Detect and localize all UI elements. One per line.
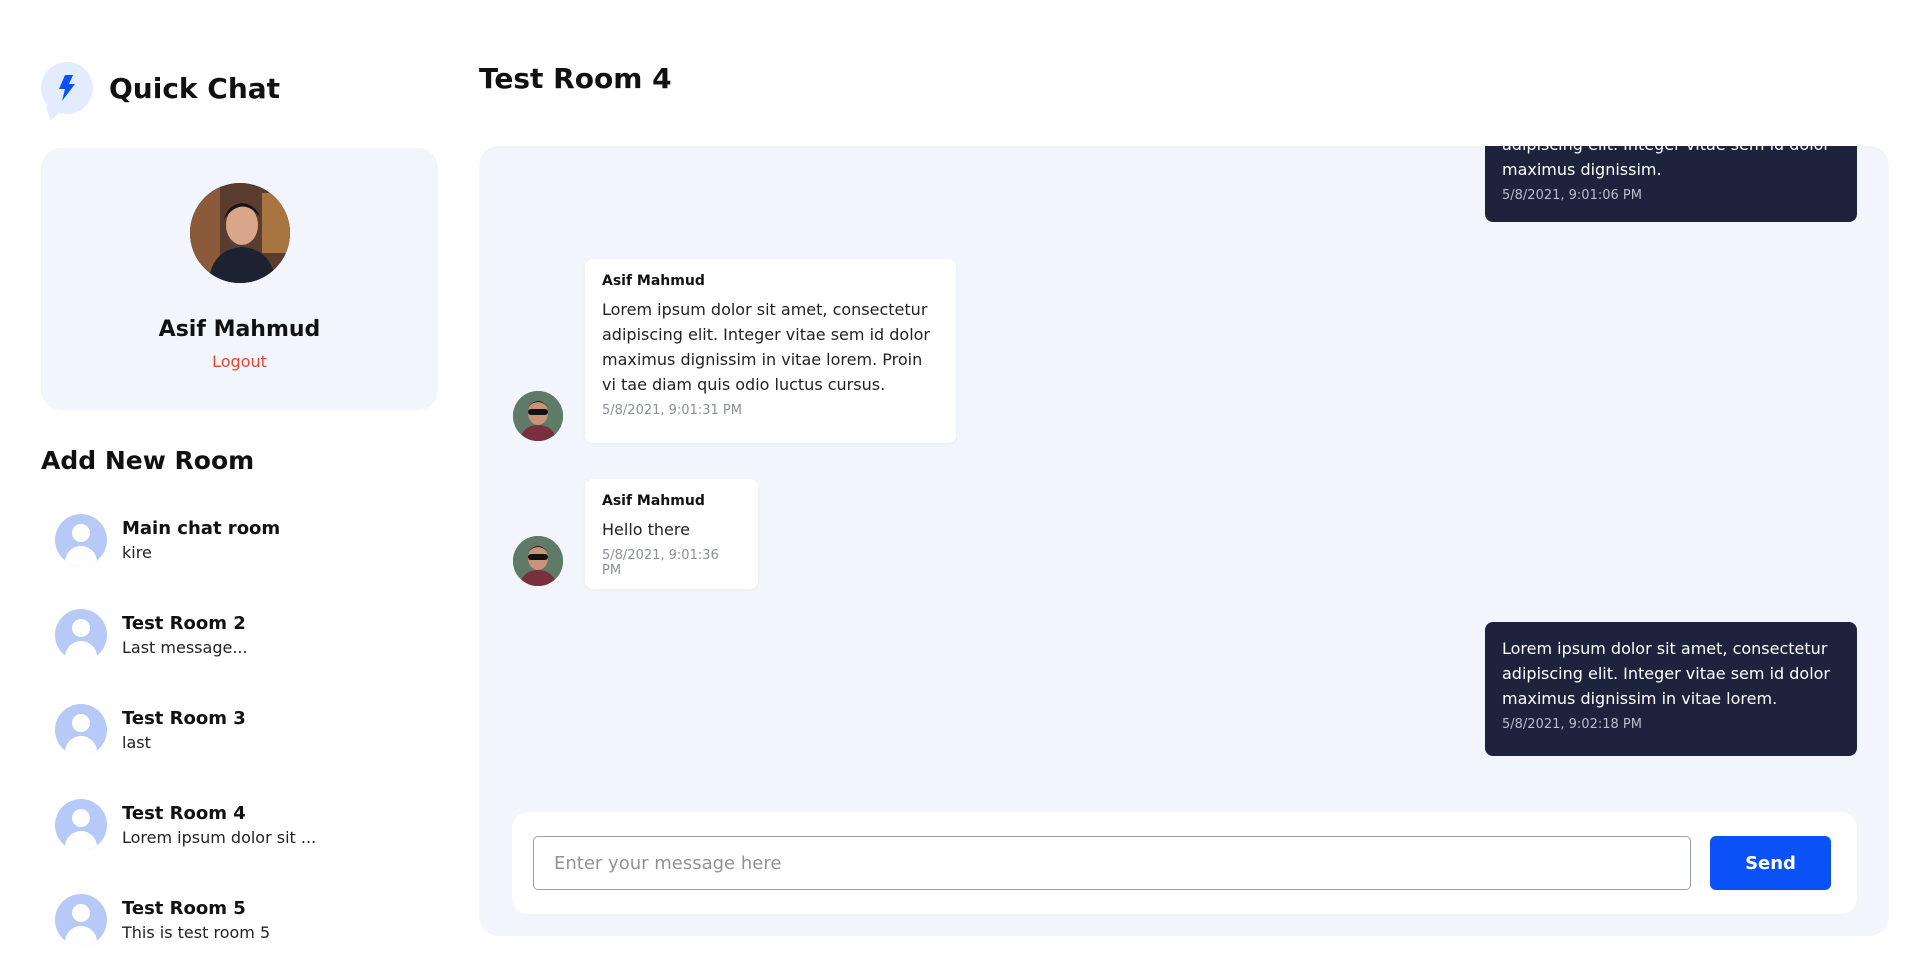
- sender-avatar: [513, 391, 563, 441]
- message-input[interactable]: [533, 836, 1691, 890]
- add-room-heading[interactable]: Add New Room: [41, 446, 254, 475]
- room-name: Test Room 2: [122, 613, 246, 634]
- message-text: maximus dignissim.: [1502, 160, 1662, 179]
- message-incoming: Asif Mahmud Hello there 5/8/2021, 9:01:3…: [585, 479, 758, 589]
- message-text: Lorem ipsum dolor sit amet, consectetur …: [602, 300, 931, 394]
- room-name: Test Room 5: [122, 898, 246, 919]
- message-text: Hello there: [602, 520, 690, 539]
- room-name: Test Room 3: [122, 708, 246, 729]
- message-sender: Asif Mahmud: [602, 493, 705, 509]
- profile-avatar: [189, 183, 290, 283]
- brand: Quick Chat: [41, 60, 280, 116]
- room-avatar-icon: [55, 514, 107, 566]
- room-name: Main chat room: [122, 518, 281, 539]
- room-item[interactable]: Test Room 5 This is test room 5: [55, 888, 415, 952]
- profile-card: Asif Mahmud Logout: [41, 148, 438, 410]
- room-item[interactable]: Test Room 3 last: [55, 698, 415, 762]
- room-avatar-icon: [55, 799, 107, 851]
- profile-name: Asif Mahmud: [158, 317, 321, 342]
- message-time: 5/8/2021, 9:01:31 PM: [602, 403, 742, 418]
- message-incoming: Asif Mahmud Lorem ipsum dolor sit amet, …: [585, 259, 956, 443]
- message-time: 5/8/2021, 9:01:06 PM: [1502, 188, 1642, 203]
- room-last-message: kire: [122, 543, 152, 562]
- room-text: Test Room 3 last: [122, 708, 246, 752]
- room-item[interactable]: Main chat room kire: [55, 508, 415, 572]
- room-item[interactable]: Test Room 4 Lorem ipsum dolor sit ...: [55, 793, 415, 857]
- room-name: Test Room 4: [122, 803, 246, 824]
- message-outgoing: adipiscing elit. Integer vitae sem id do…: [1485, 146, 1857, 222]
- message-text-partial: adipiscing elit. Integer vitae sem id do…: [1502, 146, 1840, 157]
- message-sender: Asif Mahmud: [602, 273, 705, 289]
- room-text: Test Room 4 Lorem ipsum dolor sit ...: [122, 803, 316, 847]
- room-title: Test Room 4: [479, 62, 672, 95]
- brand-title: Quick Chat: [109, 71, 281, 105]
- sender-avatar: [513, 536, 563, 586]
- message-time: 5/8/2021, 9:02:18 PM: [1502, 717, 1642, 732]
- message-time: 5/8/2021, 9:01:36 PM: [602, 548, 719, 578]
- room-last-message: Last message...: [122, 638, 248, 657]
- logout-link[interactable]: Logout: [212, 352, 267, 371]
- sidebar: Quick Chat Asif Mahmud Logout Add New Ro…: [41, 0, 438, 969]
- room-avatar-icon: [55, 894, 107, 946]
- message-text: Lorem ipsum dolor sit amet, consectetur …: [1502, 639, 1831, 708]
- lightning-bolt-icon: [41, 62, 93, 114]
- room-text: Test Room 5 This is test room 5: [122, 898, 270, 942]
- message-composer: Send: [512, 812, 1857, 914]
- room-text: Test Room 2 Last message...: [122, 613, 248, 657]
- room-avatar-icon: [55, 704, 107, 756]
- room-last-message: This is test room 5: [122, 923, 271, 942]
- chat-panel[interactable]: adipiscing elit. Integer vitae sem id do…: [479, 146, 1889, 936]
- message-outgoing: Lorem ipsum dolor sit amet, consectetur …: [1485, 622, 1857, 756]
- room-avatar-icon: [55, 609, 107, 661]
- room-last-message: Lorem ipsum dolor sit ...: [122, 828, 317, 847]
- room-item[interactable]: Test Room 2 Last message...: [55, 603, 415, 667]
- room-last-message: last: [122, 733, 151, 752]
- room-text: Main chat room kire: [122, 518, 280, 562]
- app: Quick Chat Asif Mahmud Logout Add New Ro…: [0, 0, 1920, 969]
- send-button[interactable]: Send: [1710, 836, 1831, 890]
